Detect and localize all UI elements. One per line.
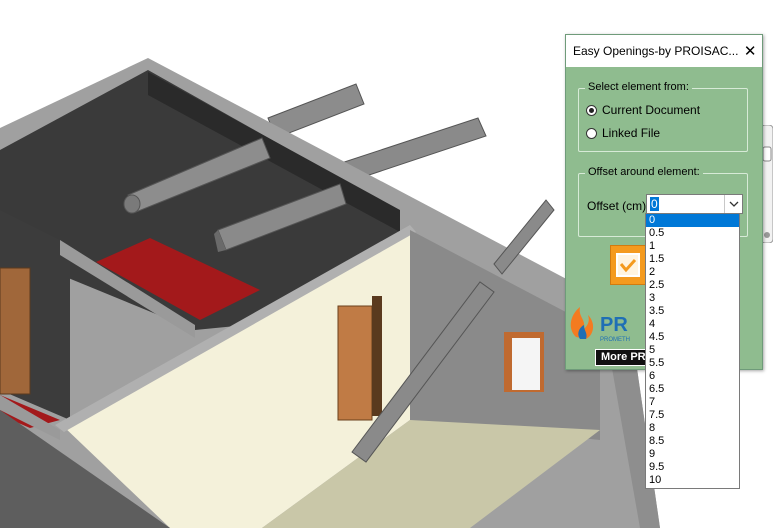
radio-icon[interactable] xyxy=(586,104,597,116)
dropdown-option[interactable]: 4 xyxy=(646,318,739,331)
dropdown-option[interactable]: 4.5 xyxy=(646,331,739,344)
brand-text: PR xyxy=(600,314,628,336)
offset-group-label: Offset around element: xyxy=(585,166,703,178)
dropdown-option[interactable]: 7.5 xyxy=(646,409,739,422)
dropdown-option[interactable]: 9 xyxy=(646,448,739,461)
dropdown-option[interactable]: 10 xyxy=(646,474,739,487)
brand-subtext: PROMETH xyxy=(600,337,630,343)
dropdown-option[interactable]: 2.5 xyxy=(646,279,739,292)
proisac-logo: PR PROMETH xyxy=(566,297,646,348)
dropdown-option[interactable]: 1.5 xyxy=(646,253,739,266)
dropdown-option[interactable]: 3 xyxy=(646,292,739,305)
radio-linked-file[interactable]: Linked File xyxy=(586,126,660,140)
dropdown-option[interactable]: 5.5 xyxy=(646,357,739,370)
radio-current-document[interactable]: Current Document xyxy=(586,103,700,117)
select-group-label: Select element from: xyxy=(585,81,692,93)
dropdown-option[interactable]: 9.5 xyxy=(646,461,739,474)
dropdown-option[interactable]: 6.5 xyxy=(646,383,739,396)
offset-combobox[interactable]: 0 xyxy=(646,194,743,214)
select-element-group: Select element from: xyxy=(578,81,748,152)
dropdown-option[interactable]: 5 xyxy=(646,344,739,357)
dropdown-option[interactable]: 7 xyxy=(646,396,739,409)
radio-icon[interactable] xyxy=(586,127,597,139)
dropdown-option[interactable]: 8.5 xyxy=(646,435,739,448)
offset-value: 0 xyxy=(650,197,659,211)
offset-label: Offset (cm) xyxy=(587,199,647,213)
create-openings-button[interactable] xyxy=(610,245,646,285)
offset-dropdown-list[interactable]: 0 0.5 1 1.5 2 2.5 3 3.5 4 4.5 5 5.5 6 6.5 7 7.5 8 8.5 9 9.5… xyxy=(645,213,740,489)
chevron-down-icon[interactable] xyxy=(724,195,742,213)
left-door-shape xyxy=(0,267,31,395)
room-door-shape xyxy=(337,305,373,421)
dropdown-option[interactable]: 0.5 xyxy=(646,227,739,240)
dropdown-option[interactable]: 3.5 xyxy=(646,305,739,318)
radio-current-label: Current Document xyxy=(602,103,701,117)
pipe-end-shape xyxy=(123,194,141,214)
radio-linked-label: Linked File xyxy=(602,126,661,140)
door-frame-shape xyxy=(372,296,382,416)
dropdown-option[interactable]: 1 xyxy=(646,240,739,253)
close-button[interactable]: ✕ xyxy=(738,37,762,65)
window-glass-shape xyxy=(512,338,540,390)
dropdown-option[interactable]: 8 xyxy=(646,422,739,435)
dropdown-option[interactable]: 2 xyxy=(646,266,739,279)
dropdown-option[interactable]: 0 xyxy=(646,214,739,227)
dialog-title: Easy Openings-by PROISAC... xyxy=(573,44,739,58)
dialog-titlebar: Easy Openings-by PROISAC... ✕ xyxy=(566,35,762,67)
dropdown-option[interactable]: 6 xyxy=(646,370,739,383)
